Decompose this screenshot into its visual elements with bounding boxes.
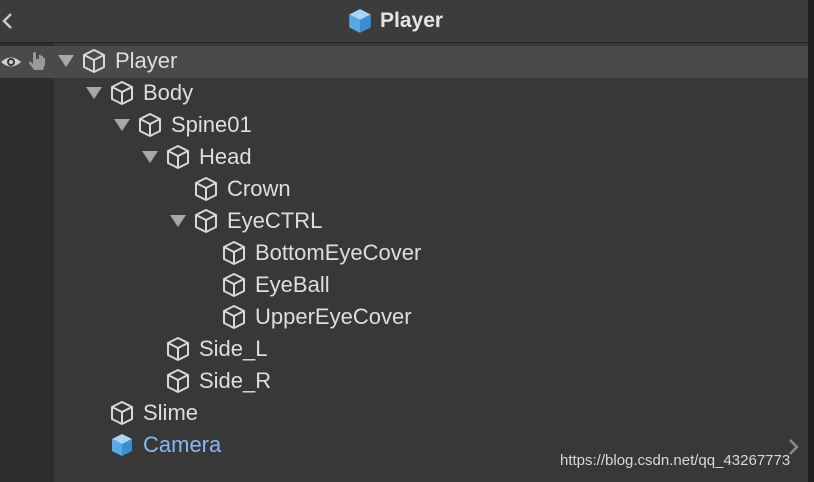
tree-item-label: Side_L — [199, 336, 268, 361]
tree-item-label: UpperEyeCover — [255, 304, 412, 329]
tree-item-label: EyeCTRL — [227, 208, 323, 233]
scene-visibility-gutter — [0, 43, 54, 482]
tree-item-head[interactable]: Head — [141, 141, 252, 173]
gameobject-cube-icon — [167, 337, 189, 361]
gameobject-cube-icon — [111, 401, 133, 425]
tree-item-side-r[interactable]: Side_R — [141, 365, 271, 397]
gameobject-cube-icon — [83, 49, 105, 73]
tree-item-label: BottomEyeCover — [255, 240, 422, 265]
tree-item-uppereyecover[interactable]: UpperEyeCover — [197, 301, 412, 333]
gameobject-cube-icon — [223, 241, 245, 265]
tree-item-label: Slime — [143, 400, 199, 425]
tree-item-label: EyeBall — [255, 272, 330, 297]
tree-item-label: Camera — [143, 432, 222, 457]
window-edge — [808, 0, 814, 482]
chevron-left-icon[interactable] — [0, 9, 20, 33]
tree-item-label: Player — [115, 48, 178, 73]
tree-item-label: Body — [143, 80, 194, 105]
tree-item-bottomeyecover[interactable]: BottomEyeCover — [197, 237, 421, 269]
header-title-group: Player — [346, 6, 443, 36]
prefab-cube-icon — [112, 434, 132, 456]
tree-item-label: Spine01 — [171, 112, 252, 137]
eye-icon[interactable] — [0, 52, 22, 72]
triangle-down-icon[interactable] — [113, 118, 131, 132]
gameobject-cube-icon — [111, 81, 133, 105]
tree-item-body[interactable]: Body — [85, 77, 193, 109]
tree-item-label: Side_R — [199, 368, 272, 393]
gameobject-cube-icon — [195, 177, 217, 201]
header-title: Player — [380, 9, 444, 32]
tree-item-crown[interactable]: Crown — [169, 173, 291, 205]
tree-item-camera[interactable]: Camera — [85, 429, 221, 461]
gameobject-cube-icon — [167, 369, 189, 393]
tree-item-eyectrl[interactable]: EyeCTRL — [169, 205, 322, 237]
watermark-text: https://blog.csdn.net/qq_43267773 — [560, 452, 791, 469]
triangle-down-icon[interactable] — [85, 86, 103, 100]
prefab-cube-icon — [349, 9, 371, 33]
tree-item-slime[interactable]: Slime — [85, 397, 198, 429]
prefab-header-bar: Player — [0, 0, 808, 43]
tree-item-label: Crown — [227, 176, 291, 201]
triangle-down-icon[interactable] — [141, 150, 159, 164]
triangle-down-icon[interactable] — [57, 54, 75, 68]
gameobject-cube-icon — [167, 145, 189, 169]
tree-item-eyeball[interactable]: EyeBall — [197, 269, 330, 301]
hand-pointer-icon[interactable] — [26, 50, 50, 74]
tree-item-side-l[interactable]: Side_L — [141, 333, 268, 365]
triangle-down-icon[interactable] — [169, 214, 187, 228]
gameobject-cube-icon — [223, 273, 245, 297]
gameobject-cube-icon — [139, 113, 161, 137]
tree-item-spine01[interactable]: Spine01 — [113, 109, 252, 141]
hierarchy-window: Player Player Body Spine01 Head Crown Ey… — [0, 0, 814, 482]
tree-item-label: Head — [199, 144, 252, 169]
tree-item-player[interactable]: Player — [57, 45, 177, 77]
gameobject-cube-icon — [223, 305, 245, 329]
gameobject-cube-icon — [195, 209, 217, 233]
